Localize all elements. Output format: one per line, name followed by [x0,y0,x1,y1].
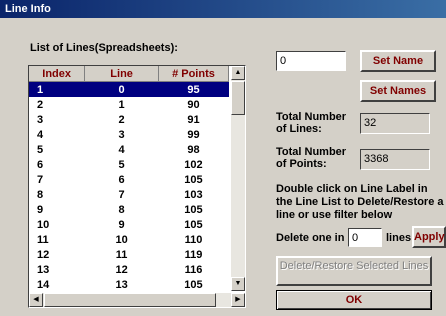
horizontal-scrollbar[interactable]: ◀ ▶ [29,293,245,307]
line-cell: 5 [118,158,125,171]
points-cell: 91 [187,113,200,126]
line-name-input[interactable]: 0 [276,51,346,71]
line-cell: 3 [118,128,125,141]
index-cell: 12 [37,248,50,261]
column-header-line[interactable]: Line [84,66,159,82]
total-points-value: 3368 [360,149,430,170]
points-cell: 105 [184,278,203,291]
index-cell: 7 [37,173,44,186]
line-cell: 0 [84,81,159,97]
line-cell: 6 [118,173,125,186]
scroll-down-icon[interactable]: ▼ [231,277,245,291]
index-cell: 13 [37,263,50,276]
line-cell: 13 [115,278,128,291]
filter-prefix-label: Delete one in [276,232,345,244]
line-cell: 12 [115,263,128,276]
lines-list[interactable]: Index Line # Points 1 0 95 2 1 90 3 2 91 4 3 99 5 4 98… [28,65,246,308]
table-row[interactable]: 9 8 105 [29,202,229,217]
points-cell: 103 [184,188,203,201]
instructions-text: Double click on Line Label in the Line L… [276,183,444,221]
index-cell: 3 [37,113,44,126]
scroll-left-icon[interactable]: ◀ [29,293,43,307]
points-cell: 110 [184,233,203,246]
ok-button[interactable]: OK [276,290,432,310]
table-row[interactable]: 14 13 105 [29,277,229,292]
table-row[interactable]: 8 7 103 [29,187,229,202]
column-header-index[interactable]: Index [29,66,86,82]
line-cell: 9 [118,218,125,231]
index-cell: 6 [37,158,44,171]
table-header-row: Index Line # Points [29,66,230,82]
points-cell: 102 [184,158,203,171]
table-row[interactable]: 11 10 110 [29,232,229,247]
set-names-button[interactable]: Set Names [360,80,436,102]
line-cell: 10 [115,233,128,246]
index-cell: 5 [37,143,44,156]
index-cell: 8 [37,188,44,201]
table-row[interactable]: 5 4 98 [29,142,229,157]
index-cell: 10 [37,218,50,231]
total-lines-value: 32 [360,113,430,134]
points-cell: 105 [184,218,203,231]
apply-button[interactable]: Apply [412,226,446,248]
index-cell: 1 [29,81,85,97]
filter-suffix-label: lines [386,232,412,244]
points-cell: 119 [184,248,203,261]
index-cell: 2 [37,98,44,111]
vertical-scrollbar[interactable]: ▲ ▼ [231,66,245,291]
index-cell: 9 [37,203,44,216]
table-row[interactable]: 10 9 105 [29,217,229,232]
table-row[interactable]: 1 0 95 [29,81,229,97]
delete-restore-button[interactable]: Delete/Restore Selected Lines [276,256,432,286]
window-title: Line Info [0,0,446,18]
index-cell: 14 [37,278,50,291]
lines-table: Index Line # Points 1 0 95 2 1 90 3 2 91 4 3 99 5 4 98… [29,66,230,292]
scroll-right-icon[interactable]: ▶ [231,293,245,307]
table-row[interactable]: 4 3 99 [29,127,229,142]
list-label: List of Lines(Spreadsheets): [30,42,178,54]
table-row[interactable]: 13 12 116 [29,262,229,277]
points-cell: 98 [187,143,200,156]
set-name-button[interactable]: Set Name [360,50,436,72]
points-cell: 99 [187,128,200,141]
table-row[interactable]: 2 1 90 [29,97,229,112]
total-points-label: Total Number of Points: [276,146,347,170]
table-row[interactable]: 7 6 105 [29,172,229,187]
points-cell: 105 [184,203,203,216]
points-cell: 90 [187,98,200,111]
points-cell: 116 [184,263,203,276]
table-row[interactable]: 3 2 91 [29,112,229,127]
column-header-points[interactable]: # Points [158,66,230,82]
table-row[interactable]: 6 5 102 [29,157,229,172]
vertical-scroll-thumb[interactable] [231,81,245,115]
scroll-up-icon[interactable]: ▲ [231,66,245,80]
line-cell: 8 [118,203,125,216]
line-cell: 4 [118,143,125,156]
filter-count-input[interactable]: 0 [348,228,382,247]
line-cell: 7 [118,188,125,201]
index-cell: 4 [37,128,44,141]
index-cell: 11 [37,233,49,246]
line-cell: 1 [118,98,125,111]
line-cell: 2 [118,113,125,126]
points-cell: 105 [184,173,203,186]
table-row[interactable]: 12 11 119 [29,247,229,262]
points-cell: 95 [158,81,229,97]
total-lines-label: Total Number of Lines: [276,111,347,135]
line-cell: 11 [115,248,128,261]
horizontal-scroll-thumb[interactable] [44,293,216,307]
